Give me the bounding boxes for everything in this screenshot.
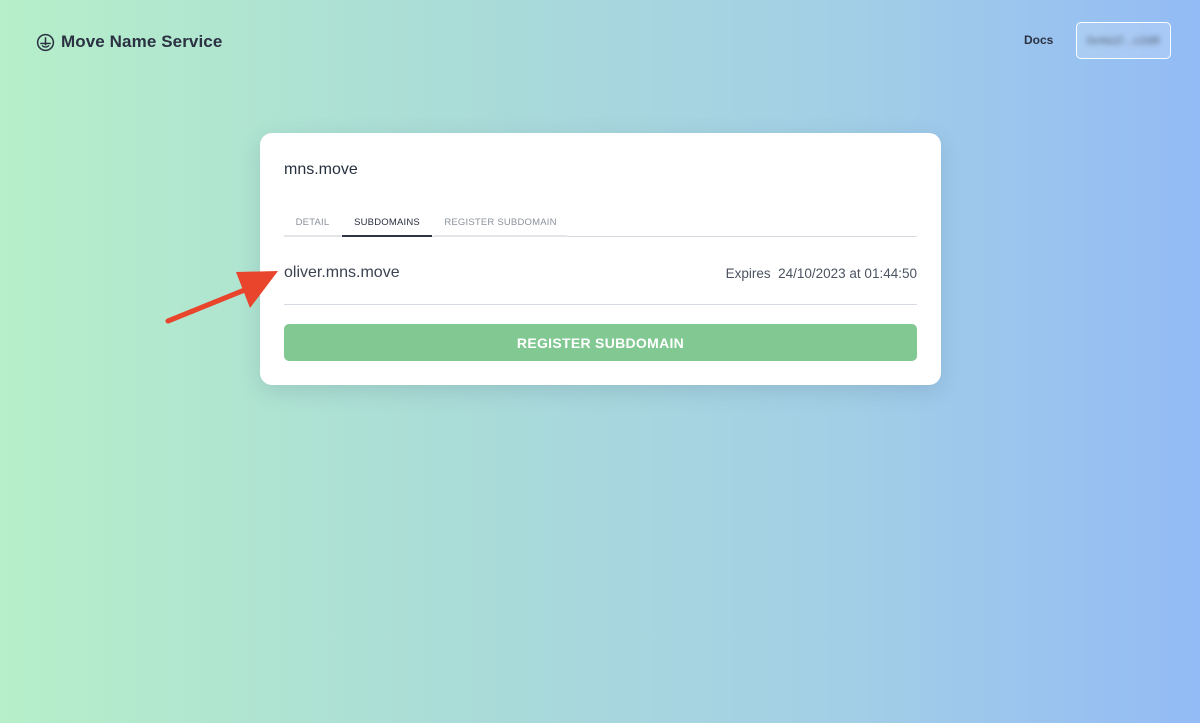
- brand-logo[interactable]: Move Name Service: [36, 30, 222, 54]
- subdomain-row: oliver.mns.move Expires 24/10/2023 at 01…: [284, 257, 917, 305]
- subdomain-name[interactable]: oliver.mns.move: [284, 264, 400, 282]
- brand-name: Move Name Service: [61, 32, 223, 51]
- register-subdomain-button[interactable]: REGISTER SUBDOMAIN: [284, 324, 917, 361]
- tab-detail[interactable]: DETAIL: [284, 214, 341, 237]
- tab-register-subdomain[interactable]: REGISTER SUBDOMAIN: [434, 214, 567, 237]
- anchor-circle-icon: [36, 33, 55, 51]
- wallet-address: 0x4a1f…c2d9: [1086, 34, 1161, 47]
- tab-bar: DETAIL SUBDOMAINS REGISTER SUBDOMAIN: [284, 214, 917, 237]
- tab-subdomains[interactable]: SUBDOMAINS: [342, 214, 432, 237]
- domain-card: mns.move DETAIL SUBDOMAINS REGISTER SUBD…: [260, 133, 941, 385]
- top-bar: Move Name Service Docs 0x4a1f…c2d9: [0, 0, 1200, 84]
- subdomain-expiry: Expires 24/10/2023 at 01:44:50: [725, 266, 917, 281]
- wallet-button[interactable]: 0x4a1f…c2d9: [1076, 22, 1171, 59]
- docs-link[interactable]: Docs: [1024, 33, 1053, 47]
- domain-title: mns.move: [284, 161, 358, 178]
